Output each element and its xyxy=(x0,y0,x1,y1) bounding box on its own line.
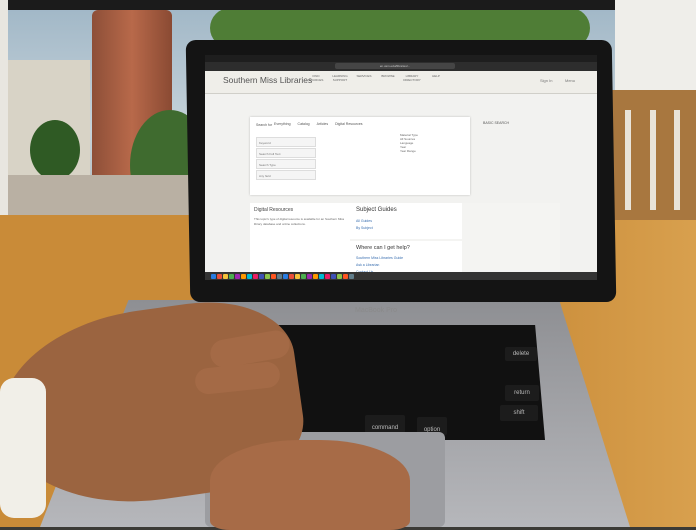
dock-app-icon[interactable] xyxy=(295,273,300,279)
filter-label[interactable]: Year Range xyxy=(400,149,466,153)
macbook-label: MacBook Pro xyxy=(355,307,398,314)
scope-radio[interactable]: Articles xyxy=(317,122,328,126)
dock-app-icon[interactable] xyxy=(241,273,246,279)
mac-menu-bar xyxy=(205,55,597,62)
nav-item[interactable]: BROWSE xyxy=(377,74,399,88)
browser-tab-bar: en.usm.edu/libraries/... xyxy=(205,62,597,71)
dock-app-icon[interactable] xyxy=(307,273,312,279)
search-for-label: Search for xyxy=(256,123,273,127)
right-hand xyxy=(210,440,410,530)
chair-slot xyxy=(650,110,656,210)
scope-radio[interactable]: Digital Resources xyxy=(335,122,362,126)
dock-app-icon[interactable] xyxy=(253,273,258,279)
return-key[interactable]: return xyxy=(505,385,539,401)
dock-app-icon[interactable] xyxy=(277,273,282,279)
command-key[interactable]: command xyxy=(365,415,405,433)
laptop-screen: en.usm.edu/libraries/... Southern Miss L… xyxy=(205,55,597,280)
shift-key[interactable]: shift xyxy=(500,405,538,421)
nav-item[interactable]: SERVICES xyxy=(353,74,375,88)
help-title: Where can I get help? xyxy=(356,245,410,251)
help-link[interactable]: Ask a Librarian xyxy=(356,263,379,267)
nav-item[interactable]: FIND SOURCES xyxy=(305,74,327,88)
search-field[interactable]: Keyword xyxy=(256,137,316,147)
dock-app-icon[interactable] xyxy=(343,273,348,279)
menu-link[interactable]: Menu xyxy=(565,78,575,83)
dock-app-icon[interactable] xyxy=(223,273,228,279)
basic-search-link[interactable]: BASIC SEARCH xyxy=(483,121,509,125)
nav-item[interactable]: LIBRARY DIRECTORY xyxy=(401,74,423,88)
window-frame xyxy=(0,0,696,10)
subject-guides-title: Subject Guides xyxy=(356,207,397,213)
scope-radio[interactable]: Catalog xyxy=(298,122,310,126)
wrist-watch xyxy=(0,378,46,518)
dock-app-icon[interactable] xyxy=(301,273,306,279)
scope-radio[interactable]: Everything xyxy=(274,122,291,126)
digital-resources-text: This topic's type of digital resource is… xyxy=(254,217,345,226)
search-field[interactable]: Any field xyxy=(256,170,316,180)
search-field[interactable]: Search Type xyxy=(256,159,316,169)
search-scope-options: Everything Catalog Articles Digital Reso… xyxy=(274,122,363,126)
dock-app-icon[interactable] xyxy=(325,273,330,279)
photo-scene: en.usm.edu/libraries/... Southern Miss L… xyxy=(0,0,696,530)
dock-app-icon[interactable] xyxy=(271,273,276,279)
dock-app-icon[interactable] xyxy=(235,273,240,279)
tree xyxy=(30,120,80,180)
dock-app-icon[interactable] xyxy=(337,273,342,279)
site-title[interactable]: Southern Miss Libraries xyxy=(223,75,312,85)
filter-panel: Material Type All Sources Language Year … xyxy=(400,133,466,191)
mac-dock xyxy=(205,272,597,280)
dock-app-icon[interactable] xyxy=(283,273,288,279)
sign-in-link[interactable]: Sign In xyxy=(540,78,552,83)
dock-app-icon[interactable] xyxy=(313,273,318,279)
help-link[interactable]: Southern Miss Libraries Guide xyxy=(356,256,403,260)
nav-item[interactable]: HELP xyxy=(425,74,447,88)
search-card: Search for Everything Catalog Articles D… xyxy=(250,117,470,195)
dock-app-icon[interactable] xyxy=(217,273,222,279)
nav-item[interactable]: LEARNING SUPPORT xyxy=(329,74,351,88)
dock-app-icon[interactable] xyxy=(265,273,270,279)
subject-guides-card: Subject Guides All Guides By Subject xyxy=(350,203,462,239)
digital-resources-card: Digital Resources This topic's type of d… xyxy=(250,203,350,280)
dock-app-icon[interactable] xyxy=(349,273,354,279)
dock-app-icon[interactable] xyxy=(259,273,264,279)
content-area: Digital Resources This topic's type of d… xyxy=(250,203,560,280)
site-nav: FIND SOURCES LEARNING SUPPORT SERVICES B… xyxy=(305,74,495,88)
dock-app-icon[interactable] xyxy=(289,273,294,279)
dock-app-icon[interactable] xyxy=(211,273,216,279)
subject-guide-link[interactable]: All Guides xyxy=(356,219,372,223)
address-bar[interactable]: en.usm.edu/libraries/... xyxy=(335,63,455,69)
site-header: Southern Miss Libraries FIND SOURCES LEA… xyxy=(205,71,597,94)
search-field[interactable]: Search Full Text xyxy=(256,148,316,158)
dock-app-icon[interactable] xyxy=(319,273,324,279)
dock-app-icon[interactable] xyxy=(247,273,252,279)
dock-app-icon[interactable] xyxy=(229,273,234,279)
subject-guide-link[interactable]: By Subject xyxy=(356,226,373,230)
delete-key[interactable]: delete xyxy=(505,347,537,361)
chair-slot xyxy=(674,110,680,210)
dock-app-icon[interactable] xyxy=(331,273,336,279)
chair-slot xyxy=(625,110,631,210)
digital-resources-title: Digital Resources xyxy=(254,207,294,213)
